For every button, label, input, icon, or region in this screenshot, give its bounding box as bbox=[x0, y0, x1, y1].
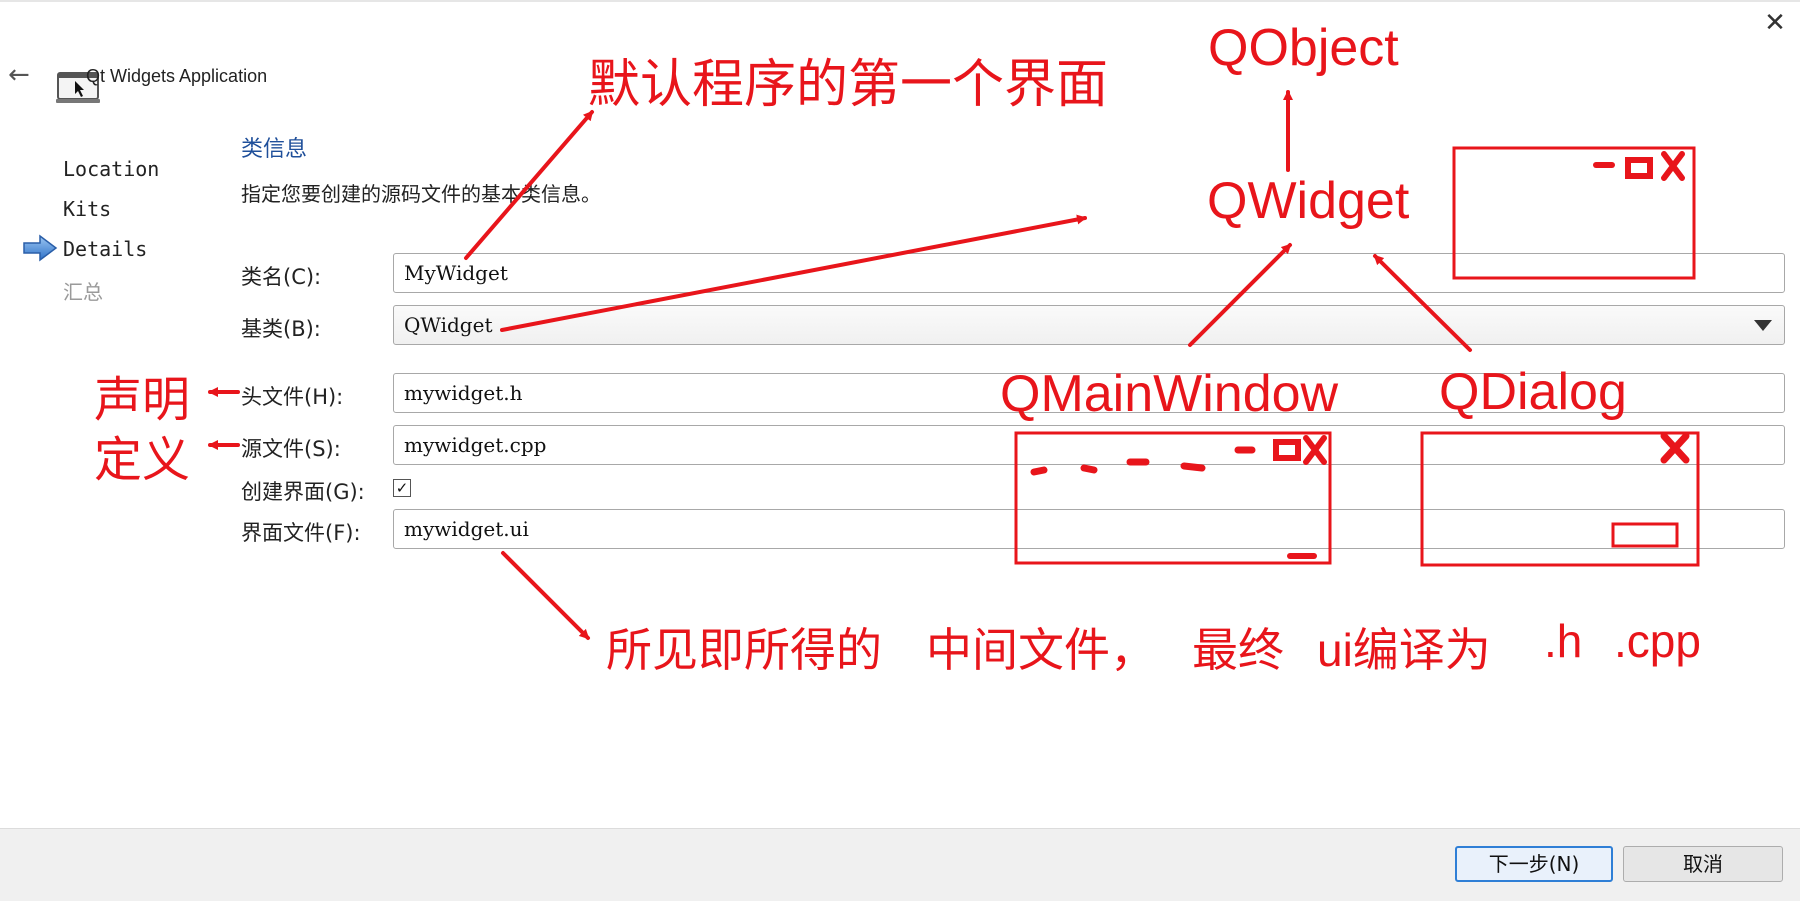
class-name-input[interactable]: MyWidget bbox=[393, 253, 1785, 293]
sidebar-item-location: Location bbox=[63, 157, 160, 181]
ui-file-input[interactable]: mywidget.ui bbox=[393, 509, 1785, 549]
base-class-select[interactable]: QWidget bbox=[393, 305, 1785, 345]
annotation-qmainwindow: QMainWindow bbox=[1000, 365, 1339, 423]
cancel-button[interactable]: 取消 bbox=[1623, 846, 1783, 882]
sidebar-item-summary: 汇总 bbox=[63, 280, 103, 304]
next-button[interactable]: 下一步(N) bbox=[1455, 846, 1613, 882]
annotation-qwidget: QWidget bbox=[1207, 172, 1410, 230]
section-description: 指定您要创建的源码文件的基本类信息。 bbox=[241, 182, 601, 206]
base-class-label: 基类(B): bbox=[241, 317, 321, 341]
wizard-title: Qt Widgets Application bbox=[86, 66, 268, 86]
annotation-intermediate-file: 中间文件， bbox=[926, 624, 1156, 676]
annotation-ui-compile: ui编译为 bbox=[1317, 624, 1491, 676]
arrow-uifile-to-note bbox=[501, 551, 590, 640]
annotation-default-first-ui: 默认程序的第一个界面 bbox=[588, 56, 1109, 114]
ui-file-label: 界面文件(F): bbox=[241, 521, 361, 545]
source-file-input[interactable]: mywidget.cpp bbox=[393, 425, 1785, 465]
annotation-dot-h: .h bbox=[1544, 615, 1583, 667]
chevron-down-icon bbox=[1754, 320, 1772, 331]
close-icon[interactable]: ✕ bbox=[1760, 8, 1790, 38]
annotation-finally: 最终 bbox=[1192, 624, 1284, 676]
blue-arrow-icon bbox=[23, 234, 58, 262]
annotation-wysiwyg: 所见即所得的 bbox=[606, 624, 882, 676]
base-class-value: QWidget bbox=[404, 313, 493, 337]
section-title: 类信息 bbox=[241, 137, 308, 162]
annotation-define: 定义 bbox=[94, 434, 191, 487]
sidebar-item-details: Details bbox=[63, 237, 148, 261]
window-top-border bbox=[0, 0, 1800, 2]
annotation-qobject: QObject bbox=[1208, 19, 1399, 77]
create-ui-label: 创建界面(G): bbox=[241, 480, 365, 504]
source-file-label: 源文件(S): bbox=[241, 437, 341, 461]
back-arrow-icon[interactable]: ← bbox=[8, 60, 38, 90]
header-file-label: 头文件(H): bbox=[241, 385, 344, 409]
sidebar-item-kits: Kits bbox=[63, 197, 112, 221]
annotation-dot-cpp: .cpp bbox=[1614, 615, 1701, 667]
class-name-label: 类名(C): bbox=[241, 265, 322, 289]
annotation-qdialog: QDialog bbox=[1439, 363, 1627, 421]
create-ui-checkbox[interactable]: ✓ bbox=[393, 479, 411, 497]
